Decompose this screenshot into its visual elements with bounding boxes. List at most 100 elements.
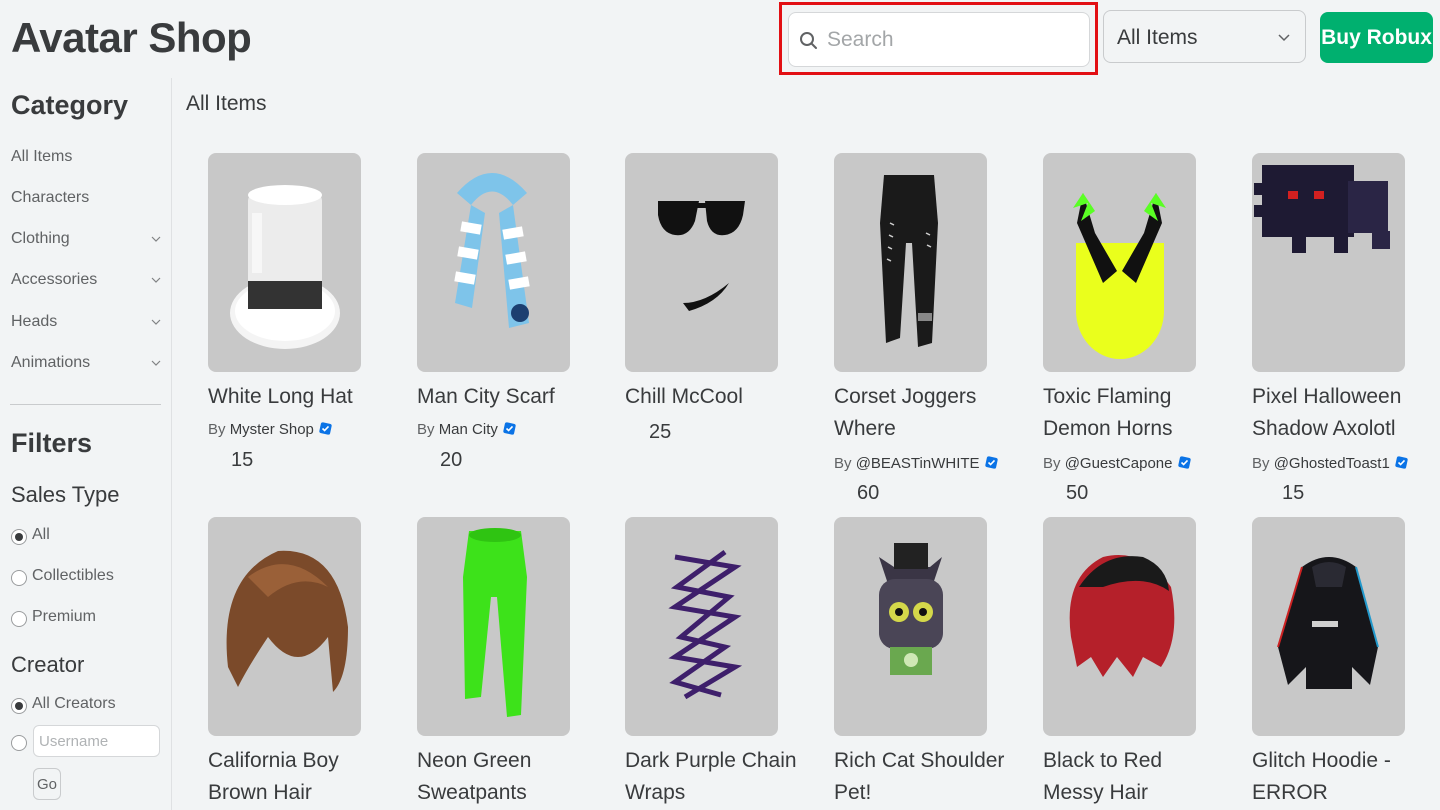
sidebar-item-label: Heads — [11, 313, 58, 330]
item-name[interactable]: Black to Red Messy Hair — [1043, 745, 1218, 809]
item-name[interactable]: Toxic Flaming Demon Horns — [1043, 381, 1218, 445]
sidebar-item-label: Characters — [11, 189, 90, 206]
brown-hair-image — [226, 550, 348, 692]
item-creator-name[interactable]: @GhostedToast1 — [1274, 455, 1390, 472]
item-creator-name[interactable]: Man City — [439, 421, 498, 438]
item-thumbnail[interactable] — [208, 517, 361, 736]
chain-wraps-image — [668, 549, 743, 700]
item-name[interactable]: Chill McCool — [625, 381, 800, 413]
item-thumbnail[interactable] — [625, 153, 778, 372]
item-name[interactable]: Rich Cat Shoulder Pet! — [834, 745, 1009, 809]
item-name[interactable]: Pixel Halloween Shadow Axolotl — [1252, 381, 1427, 445]
radio-selected-icon[interactable] — [11, 698, 27, 714]
sidebar-item-animations[interactable]: Animations — [11, 354, 161, 378]
scarf-image — [454, 173, 530, 328]
item-name[interactable]: Dark Purple Chain Wraps — [625, 745, 800, 809]
item-by-prefix: By — [417, 421, 435, 438]
item-price: 15 — [1282, 482, 1305, 504]
item-creator[interactable]: By @BEASTinWHITE — [834, 455, 998, 472]
item-by-prefix: By — [1043, 455, 1061, 472]
sidebar-item-label: Clothing — [11, 230, 70, 247]
radio-icon[interactable] — [11, 611, 27, 627]
verified-badge-icon — [1395, 456, 1408, 469]
item-creator-name[interactable]: Myster Shop — [230, 421, 314, 438]
item-thumbnail[interactable] — [834, 153, 987, 372]
sales-type-heading: Sales Type — [11, 482, 120, 507]
sidebar-divider — [10, 404, 161, 405]
top-hat-image — [230, 185, 340, 349]
sidebar-item-label: Animations — [11, 354, 91, 371]
search-input[interactable] — [827, 21, 1077, 59]
sidebar-item-label: Accessories — [11, 271, 98, 288]
search-highlight — [779, 2, 1098, 75]
page-title: Avatar Shop — [11, 14, 252, 61]
chevron-down-icon — [151, 360, 161, 366]
item-creator-name[interactable]: @BEASTinWHITE — [856, 455, 980, 472]
joggers-image — [880, 175, 938, 347]
green-sweatpants-image — [463, 528, 527, 717]
item-by-prefix: By — [208, 421, 226, 438]
axolotl-image — [1254, 165, 1390, 253]
demon-horns-image — [1073, 193, 1166, 359]
item-creator-name[interactable]: @GuestCapone — [1065, 455, 1173, 472]
item-thumbnail[interactable] — [1252, 517, 1405, 736]
buy-robux-button[interactable]: Buy Robux — [1320, 12, 1433, 63]
radio-selected-icon[interactable] — [11, 529, 27, 545]
search-icon — [800, 32, 817, 49]
category-select[interactable]: All Items — [1103, 10, 1306, 63]
sidebar-item-all-items[interactable]: All Items — [11, 148, 161, 172]
sidebar-item-accessories[interactable]: Accessories — [11, 271, 161, 295]
item-creator[interactable]: By Myster Shop — [208, 421, 332, 438]
item-price: 50 — [1066, 482, 1089, 504]
sidebar-item-clothing[interactable]: Clothing — [11, 230, 161, 254]
item-thumbnail[interactable] — [625, 517, 778, 736]
item-by-prefix: By — [1252, 455, 1270, 472]
chevron-down-icon — [1278, 34, 1290, 42]
red-messy-hair-image — [1069, 555, 1175, 677]
verified-badge-icon — [1178, 456, 1191, 469]
creator-heading: Creator — [11, 652, 85, 677]
cat-pet-image — [879, 543, 943, 675]
item-creator[interactable]: By @GhostedToast1 — [1252, 455, 1408, 472]
verified-badge-icon — [319, 422, 332, 435]
item-creator[interactable]: By @GuestCapone — [1043, 455, 1191, 472]
item-thumbnail[interactable] — [1043, 517, 1196, 736]
category-select-value: All Items — [1117, 26, 1198, 49]
verified-badge-icon — [985, 456, 998, 469]
item-thumbnail[interactable] — [417, 517, 570, 736]
item-name[interactable]: California Boy Brown Hair — [208, 745, 383, 809]
radio-label: Premium — [32, 608, 97, 625]
radio-label: All — [32, 526, 50, 543]
section-title: All Items — [186, 92, 267, 115]
item-thumbnail[interactable] — [1043, 153, 1196, 372]
sidebar-item-heads[interactable]: Heads — [11, 313, 161, 337]
sidebar-item-characters[interactable]: Characters — [11, 189, 161, 213]
verified-badge-icon — [503, 422, 516, 435]
item-price: 20 — [440, 449, 463, 471]
chevron-down-icon — [151, 319, 161, 325]
item-name[interactable]: Glitch Hoodie - ERROR — [1252, 745, 1427, 809]
radio-icon[interactable] — [11, 735, 27, 751]
chevron-down-icon — [151, 277, 161, 283]
item-price: 25 — [649, 421, 672, 443]
radio-icon[interactable] — [11, 570, 27, 586]
item-name[interactable]: Man City Scarf — [417, 381, 592, 413]
item-thumbnail[interactable] — [1252, 153, 1405, 372]
username-input[interactable] — [33, 725, 160, 757]
item-name[interactable]: Corset Joggers Where — [834, 381, 1009, 445]
filters-heading: Filters — [11, 428, 93, 458]
item-price: 60 — [857, 482, 880, 504]
chevron-down-icon — [151, 236, 161, 242]
item-thumbnail[interactable] — [834, 517, 987, 736]
sunglasses-face-image — [658, 201, 745, 311]
item-name[interactable]: White Long Hat — [208, 381, 383, 413]
item-name[interactable]: Neon Green Sweatpants — [417, 745, 592, 809]
item-by-prefix: By — [834, 455, 852, 472]
search-box[interactable] — [788, 12, 1090, 67]
hoodie-image — [1277, 557, 1379, 689]
go-button[interactable]: Go — [33, 768, 61, 800]
item-thumbnail[interactable] — [417, 153, 570, 372]
item-thumbnail[interactable] — [208, 153, 361, 372]
sidebar-item-label: All Items — [11, 148, 73, 165]
item-creator[interactable]: By Man City — [417, 421, 516, 438]
